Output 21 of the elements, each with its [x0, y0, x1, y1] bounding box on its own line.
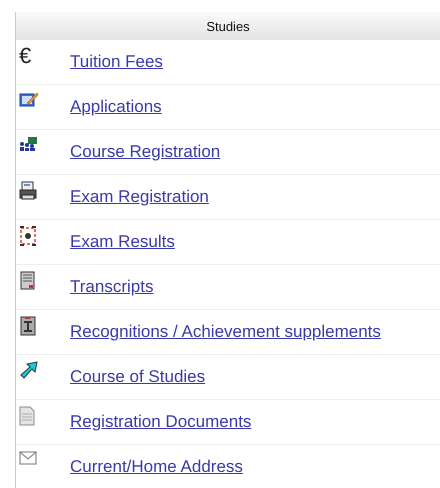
page-icon — [19, 406, 35, 426]
menu-link[interactable]: Registration Documents — [70, 412, 252, 432]
euro-icon: € — [19, 43, 32, 68]
results-icon — [19, 226, 37, 246]
envelope-icon — [19, 451, 37, 465]
people-board-icon — [19, 136, 39, 152]
menu-link[interactable]: Exam Registration — [70, 187, 209, 207]
printer-icon — [19, 181, 37, 201]
arrow-icon — [19, 361, 39, 379]
document-icon — [19, 271, 37, 291]
certificate-icon — [19, 316, 37, 336]
menu-link[interactable]: Current/Home Address — [70, 457, 243, 477]
menu-link[interactable]: Course Registration — [70, 142, 220, 162]
menu-link[interactable]: Transcripts — [70, 277, 154, 297]
menu-link[interactable]: Applications — [70, 97, 162, 117]
menu-link[interactable]: Course of Studies — [70, 367, 206, 387]
menu-link[interactable]: Recognitions / Achievement supplements — [70, 322, 381, 342]
menu-link[interactable]: Tuition Fees — [70, 52, 163, 72]
pencil-note-icon — [19, 91, 39, 109]
menu-link[interactable]: Exam Results — [70, 232, 175, 252]
column-header: Studies — [16, 12, 440, 40]
